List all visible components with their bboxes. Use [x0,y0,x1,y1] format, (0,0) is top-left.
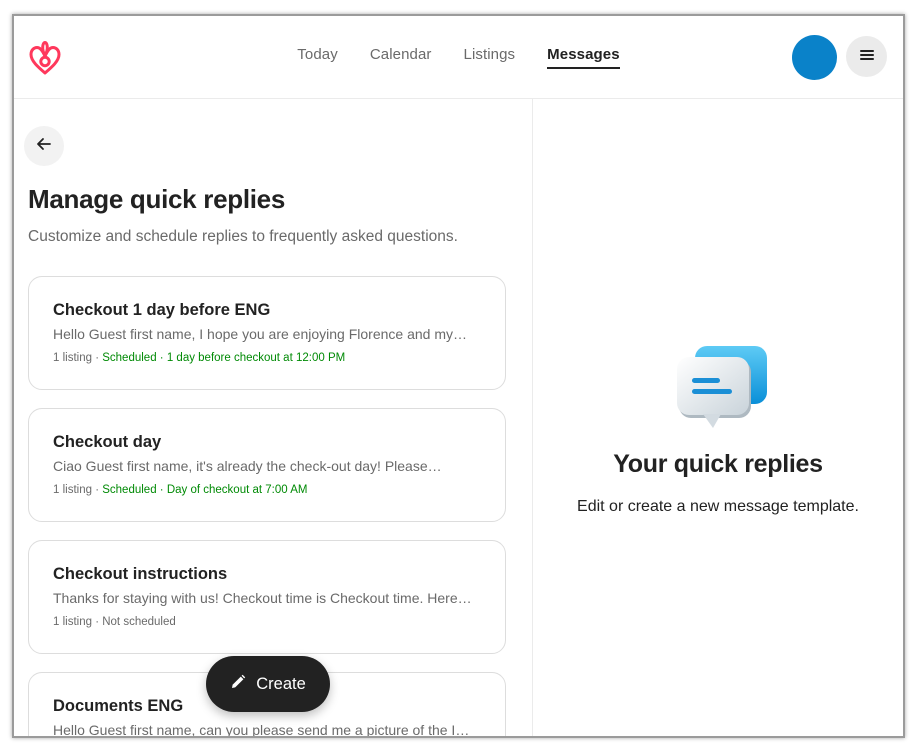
page-subtitle: Customize and schedule replies to freque… [28,228,458,245]
schedule-time: 1 day before checkout at 12:00 PM [166,352,346,364]
quick-reply-title: Checkout instructions [53,565,228,583]
create-button[interactable]: Create [206,656,330,712]
back-button[interactable] [24,126,64,166]
quick-reply-preview: Hello Guest first name, I hope you are e… [53,326,467,342]
chat-bubbles-icon [675,344,771,434]
schedule-time: Day of checkout at 7:00 AM [166,484,308,496]
app-window: Today Calendar Listings Messages Manage … [12,14,905,738]
quick-replies-empty-state: Your quick replies Edit or create a new … [533,98,903,736]
main-nav: Today Calendar Listings Messages [14,46,903,69]
status-scheduled: Scheduled [102,484,157,496]
quick-replies-list-panel[interactable]: Manage quick replies Customize and sched… [14,98,532,736]
arrow-left-icon [36,136,52,157]
quick-reply-preview: Ciao Guest first name, it's already the … [53,458,442,474]
quick-reply-meta: 1 listing · Not scheduled [53,616,176,628]
status-not-scheduled: Not scheduled [102,616,176,628]
page-title: Manage quick replies [28,184,285,214]
menu-button[interactable] [846,36,887,77]
quick-reply-card[interactable]: Checkout day Ciao Guest first name, it's… [28,408,506,522]
quick-reply-preview: Thanks for staying with us! Checkout tim… [53,590,472,606]
quick-reply-preview: Hello Guest first name, can you please s… [53,722,470,736]
nav-tab-listings[interactable]: Listings [464,46,516,69]
avatar[interactable] [792,35,837,80]
quick-reply-card[interactable]: Checkout instructions Thanks for staying… [28,540,506,654]
top-navigation-bar: Today Calendar Listings Messages [14,16,903,99]
listing-count: 1 listing [53,484,92,496]
listing-count: 1 listing [53,352,92,364]
quick-reply-card[interactable]: Checkout 1 day before ENG Hello Guest fi… [28,276,506,390]
quick-reply-meta: 1 listing · Scheduled · 1 day before che… [53,352,346,364]
nav-tab-messages[interactable]: Messages [547,46,620,69]
quick-reply-title: Checkout 1 day before ENG [53,301,271,319]
listing-count: 1 listing [53,616,92,628]
empty-state-title: Your quick replies [613,450,823,478]
nav-tab-calendar[interactable]: Calendar [370,46,432,69]
quick-reply-title: Checkout day [53,433,162,451]
empty-state-subtitle: Edit or create a new message template. [577,498,859,515]
quick-reply-meta: 1 listing · Scheduled · Day of checkout … [53,484,308,496]
pencil-icon [230,674,246,695]
create-button-label: Create [256,674,306,693]
hamburger-menu-icon [859,48,874,66]
status-scheduled: Scheduled [102,352,157,364]
nav-tab-today[interactable]: Today [297,46,338,69]
